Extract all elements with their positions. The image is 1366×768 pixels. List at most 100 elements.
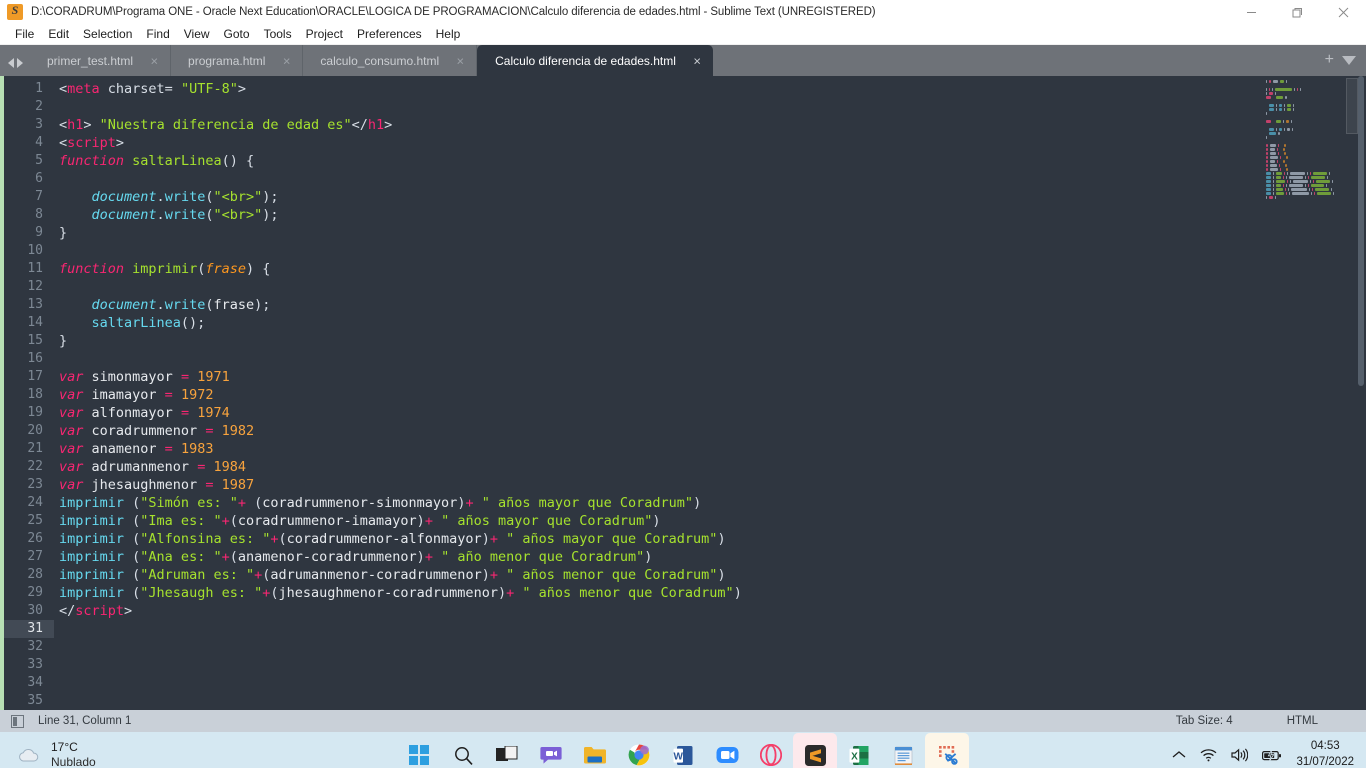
clock[interactable]: 04:53 31/07/2022 [1296, 739, 1354, 768]
menu-item-project[interactable]: Project [299, 25, 350, 43]
menu-item-goto[interactable]: Goto [217, 25, 257, 43]
speaker-icon[interactable] [1231, 748, 1249, 762]
code-line[interactable]: var coradrummenor = 1982 [59, 422, 1366, 440]
tab-close-icon[interactable]: × [150, 54, 158, 67]
code-line[interactable]: imprimir ("Ana es: "+(anamenor-coradrumm… [59, 548, 1366, 566]
token-var [213, 423, 221, 439]
code-line[interactable] [59, 620, 1366, 638]
file-explorer-button[interactable] [573, 733, 617, 768]
code-line[interactable] [59, 98, 1366, 116]
menu-item-selection[interactable]: Selection [76, 25, 139, 43]
menu-item-edit[interactable]: Edit [41, 25, 76, 43]
minimap[interactable] [1266, 76, 1358, 710]
start-button[interactable] [397, 733, 441, 768]
code-line[interactable]: var alfonmayor = 1974 [59, 404, 1366, 422]
code-line[interactable]: document.write(frase); [59, 296, 1366, 314]
minimize-button[interactable] [1228, 0, 1274, 24]
code-line[interactable] [59, 692, 1366, 710]
code-line[interactable]: var adrumanmenor = 1984 [59, 458, 1366, 476]
wifi-icon[interactable] [1200, 748, 1217, 762]
tab-3[interactable]: calculo_consumo.html × [303, 45, 478, 76]
code-line[interactable]: </script> [59, 602, 1366, 620]
code-line[interactable]: function imprimir(frase) { [59, 260, 1366, 278]
tab-size-label[interactable]: Tab Size: 4 [1176, 715, 1233, 727]
minimap-token [1266, 156, 1268, 159]
code-line[interactable]: <meta charset= "UTF-8"> [59, 80, 1366, 98]
vertical-scrollbar[interactable] [1357, 76, 1365, 710]
token-var [213, 477, 221, 493]
tab-scroll-left-icon[interactable] [8, 58, 14, 68]
code-line[interactable]: function saltarLinea() { [59, 152, 1366, 170]
code-line[interactable] [59, 242, 1366, 260]
token-attr: charset= [99, 81, 181, 97]
code-line[interactable]: document.write("<br>"); [59, 188, 1366, 206]
code-line[interactable] [59, 638, 1366, 656]
code-line[interactable]: var jhesaughmenor = 1987 [59, 476, 1366, 494]
menu-item-view[interactable]: View [177, 25, 217, 43]
tab-1[interactable]: primer_test.html × [30, 45, 172, 76]
tab-close-icon[interactable]: × [693, 54, 701, 67]
sidebar-toggle-icon[interactable] [11, 714, 24, 728]
search-button[interactable] [441, 733, 485, 768]
line-number: 14 [27, 315, 43, 330]
zoom-button[interactable] [705, 733, 749, 768]
minimap-line [1266, 100, 1356, 103]
opera-button[interactable] [749, 733, 793, 768]
menu-item-find[interactable]: Find [139, 25, 176, 43]
sublime-text-button[interactable] [793, 733, 837, 768]
tab-scroll-right-icon[interactable] [17, 58, 23, 68]
task-view-button[interactable] [485, 733, 529, 768]
code-line[interactable]: } [59, 224, 1366, 242]
code-line[interactable]: var simonmayor = 1971 [59, 368, 1366, 386]
code-line[interactable]: document.write("<br>"); [59, 206, 1366, 224]
word-button[interactable]: W [661, 733, 705, 768]
editor-area[interactable]: 1 2 3 4 5 6 7 8 9 10 11 12 13 14 15 16 17 18 19 20 21 22 23 24 2… [0, 76, 1366, 710]
code-line[interactable] [59, 170, 1366, 188]
code-line[interactable]: imprimir ("Simón es: "+ (coradrummenor-s… [59, 494, 1366, 512]
code-line[interactable]: imprimir ("Adruman es: "+(adrumanmenor-c… [59, 566, 1366, 584]
code-line[interactable] [59, 656, 1366, 674]
code-line[interactable]: imprimir ("Alfonsina es: "+(coradrummeno… [59, 530, 1366, 548]
chrome-button[interactable] [617, 733, 661, 768]
code-line[interactable]: } [59, 332, 1366, 350]
token-punct: > [237, 81, 246, 97]
chevron-up-icon[interactable] [1172, 750, 1186, 760]
token-str: "Simón es: " [140, 495, 238, 511]
code-line[interactable] [59, 278, 1366, 296]
token-punct: } [59, 333, 68, 349]
token-var [173, 441, 181, 457]
token-num: 1971 [197, 369, 230, 385]
tab-4[interactable]: Calculo diferencia de edades.html × [477, 45, 713, 76]
syntax-label[interactable]: HTML [1287, 715, 1318, 727]
new-tab-button[interactable]: + [1325, 52, 1334, 68]
snipping-tool-button[interactable] [925, 733, 969, 768]
token-punct: . [156, 297, 165, 313]
tab-menu-caret-icon[interactable] [1342, 55, 1356, 65]
excel-button[interactable]: X [837, 733, 881, 768]
tab-2[interactable]: programa.html × [171, 45, 304, 76]
tab-close-icon[interactable]: × [457, 54, 465, 67]
code-line[interactable] [59, 350, 1366, 368]
code-line[interactable]: imprimir ("Ima es: "+(coradrummenor-imam… [59, 512, 1366, 530]
code-line[interactable]: <h1> "Nuestra diferencia de edad es"</h1… [59, 116, 1366, 134]
code-line[interactable]: var anamenor = 1983 [59, 440, 1366, 458]
weather-widget[interactable]: 17°C Nublado [0, 740, 96, 768]
tab-scroll-arrows[interactable] [0, 58, 30, 76]
menu-item-help[interactable]: Help [429, 25, 468, 43]
code-content[interactable]: <meta charset= "UTF-8"> <h1> "Nuestra di… [54, 76, 1366, 710]
menu-item-tools[interactable]: Tools [257, 25, 299, 43]
restore-button[interactable] [1274, 0, 1320, 24]
menu-item-preferences[interactable]: Preferences [350, 25, 429, 43]
code-line[interactable]: var imamayor = 1972 [59, 386, 1366, 404]
code-line[interactable]: saltarLinea(); [59, 314, 1366, 332]
teams-button[interactable] [529, 733, 573, 768]
notepad-button[interactable] [881, 733, 925, 768]
close-button[interactable] [1320, 0, 1366, 24]
vertical-scrollbar-thumb[interactable] [1358, 76, 1364, 386]
code-line[interactable]: <script> [59, 134, 1366, 152]
code-line[interactable] [59, 674, 1366, 692]
battery-charging-icon[interactable] [1262, 749, 1282, 762]
tab-close-icon[interactable]: × [283, 54, 291, 67]
menu-item-file[interactable]: File [8, 25, 41, 43]
code-line[interactable]: imprimir ("Jhesaugh es: "+(jhesaughmenor… [59, 584, 1366, 602]
